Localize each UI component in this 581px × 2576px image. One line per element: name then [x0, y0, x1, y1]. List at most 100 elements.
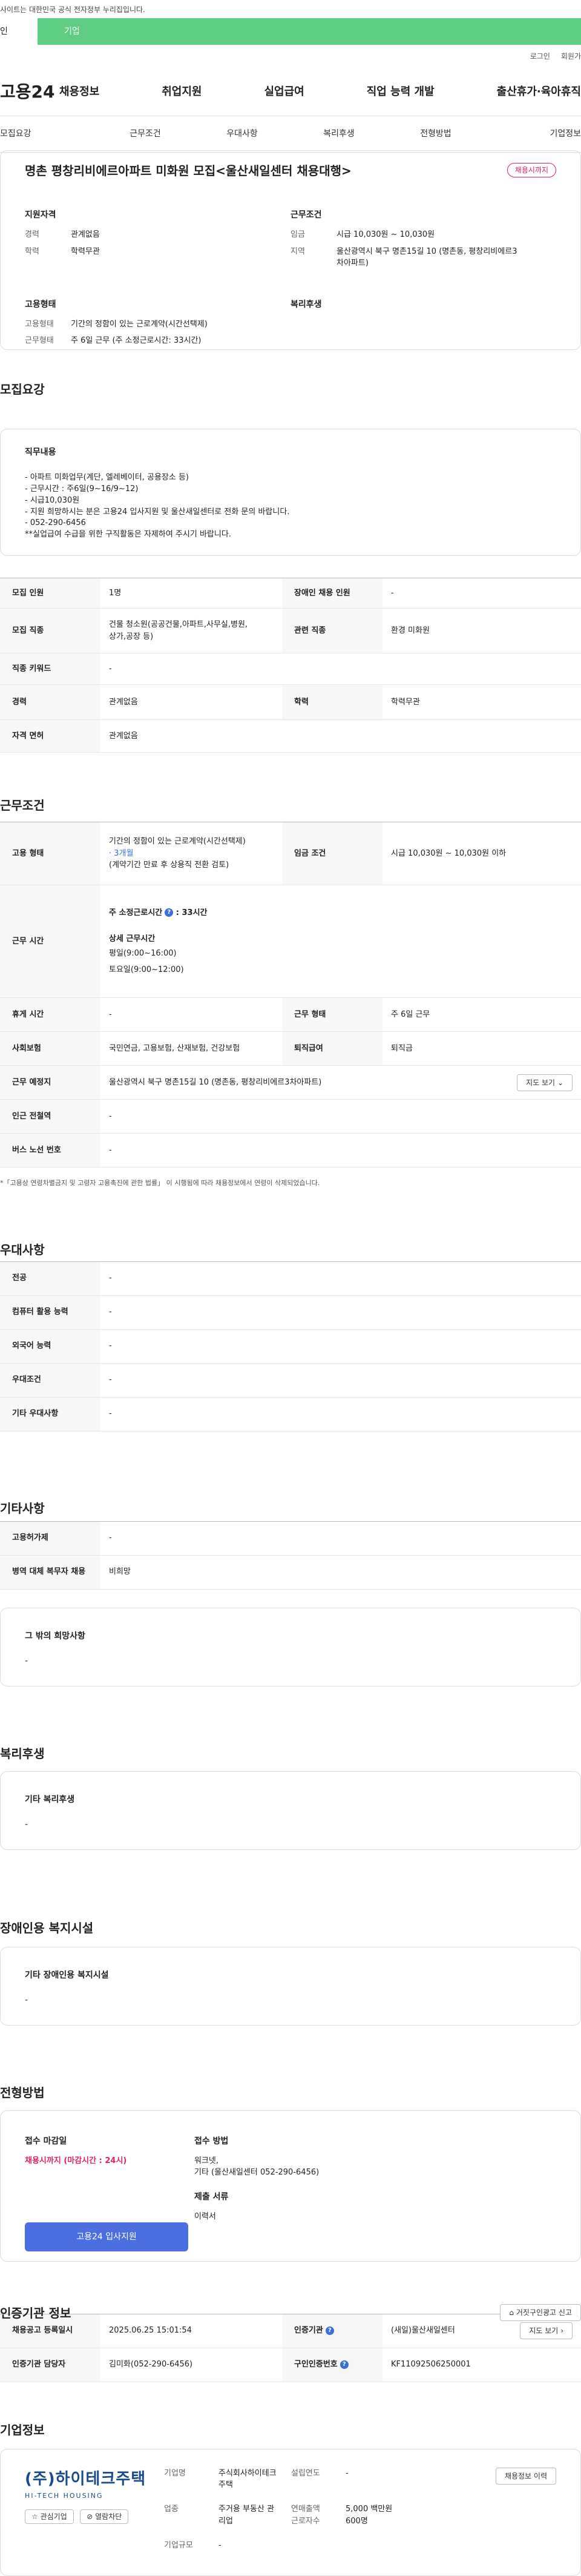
gnb-item-jobs[interactable]: 채용정보 — [59, 84, 99, 100]
tab-company[interactable]: 기업 — [38, 18, 581, 45]
info-key: 기업규모 — [164, 2541, 193, 2551]
kv-value: 울산광역시 북구 명촌15길 10 (명촌동, 평창리비에르3차아파트) — [336, 246, 517, 268]
row-value: 퇴직금 — [382, 1031, 581, 1066]
hiring-history-button[interactable]: 채용정보 이력 — [495, 2467, 556, 2485]
hours-weekday: 평일(9:00~16:00) — [109, 948, 177, 958]
row-value: - — [100, 1363, 581, 1398]
row-key: 관련 직종 — [282, 608, 382, 653]
summary-cond-title: 근무조건 — [290, 210, 322, 220]
summary-career: 경력 관계없음 — [25, 229, 290, 241]
company-section-header: 기업정보 — [0, 2382, 581, 2449]
map-view-button[interactable]: 지도 보기 ⌄ — [517, 1074, 573, 1091]
method-line: 워크넷, — [194, 2156, 219, 2165]
favorite-button[interactable]: ☆ 관심기업 — [25, 2509, 74, 2524]
gov-notice: 사이트는 대한민국 공식 전자정부 누리집입니다. — [0, 0, 581, 18]
welfare-title: 복리후생 — [0, 1746, 45, 1761]
gnb-item-training[interactable]: 직업 능력 개발 — [367, 84, 435, 100]
duty-line: - 052-290-6456 — [25, 518, 86, 528]
etc-hope-title: 그 밖의 희망사항 — [25, 1631, 85, 1641]
duty-line: - 근무시간 : 주6일(9~16/9~12) — [25, 484, 139, 494]
agency-map-label: 지도 보기 — [529, 2327, 559, 2335]
etc-hope-box: 그 밖의 희망사항 - — [0, 1607, 581, 1686]
block-button[interactable]: ⊘ 열람차단 — [80, 2509, 129, 2524]
row-value: - — [100, 653, 581, 685]
tab-welfare[interactable]: 복리후생 — [290, 128, 387, 140]
welfare-box-title: 기타 복리후생 — [25, 1794, 75, 1805]
section-tabs: 모집요강 근무조건 우대사항 복리후생 전형방법 기업정보 — [0, 116, 581, 153]
block-label: 열람차단 — [95, 2512, 122, 2521]
summary-type-title: 고용형태 — [25, 299, 56, 309]
info-value: 주거용 부동산 관 리업 — [218, 2503, 291, 2532]
method-line: 기타 (울산새일센터 052-290-6456) — [194, 2168, 320, 2177]
etc-hope-value: - — [25, 1656, 28, 1666]
disabled-box: 기타 장애인용 복지시설 - — [0, 1946, 581, 2026]
tab-process[interactable]: 전형방법 — [387, 128, 484, 140]
summary-welfare-title: 복리후생 — [290, 299, 322, 309]
row-key: 경력 — [0, 684, 100, 720]
favorite-label: 관심기업 — [40, 2512, 67, 2521]
cert-no-key-label: 구인인증번호 — [294, 2360, 338, 2370]
table-row: 채용공고 등록일시 2025.06.25 15:01:54 인증기관? (새일)… — [0, 2313, 581, 2348]
row-key: 우대조건 — [0, 1363, 100, 1398]
site-logo[interactable]: 고용24 — [0, 79, 59, 105]
emp-key: 근로자수 — [291, 2516, 320, 2526]
sales-value: 5,000 백만원 — [346, 2505, 393, 2514]
gnb-item-parental-leave[interactable]: 출산휴가·육아휴직 — [497, 84, 581, 100]
map-view-label: 지도 보기 — [526, 1078, 556, 1087]
util-bar: 로그인 회원가 — [0, 45, 581, 68]
company-logo-sub: HI-TECH HOUSING — [25, 2491, 103, 2500]
apply-button[interactable]: 고용24 입사지원 — [25, 2222, 188, 2251]
info-value: 5,000 백만원 600명 — [346, 2503, 418, 2532]
info-key: 기업명 — [164, 2468, 186, 2478]
table-row: 직종 키워드 - — [0, 653, 581, 685]
help-icon[interactable]: ? — [340, 2360, 349, 2369]
report-label: 거짓구인광고 신고 — [516, 2308, 572, 2317]
disabled-section-header: 장애인용 복지시설 — [0, 1850, 581, 1947]
table-row: 우대조건 - — [0, 1363, 581, 1398]
duty-line: - 시급10,030원 — [25, 495, 80, 505]
kv-key: 학력 — [25, 246, 39, 256]
deadline-badge: 채용시까지 — [507, 163, 556, 177]
info-key: 연매출액 근로자수 — [291, 2503, 346, 2532]
job-line: 건물 청소원(공공건물,아파트,사무실,병원, — [109, 620, 248, 629]
gnb-item-unemployment[interactable]: 실업급여 — [264, 84, 304, 100]
table-row: 경력 관계없음 학력 학력무관 — [0, 684, 581, 720]
tab-recruit[interactable]: 모집요강 — [0, 128, 97, 140]
hours-total-value: : 33시간 — [176, 908, 208, 917]
kv-key: 지역 — [290, 246, 305, 256]
duty-line: **실업급여 수급을 위한 구직활동은 자제하여 주시기 바랍니다. — [25, 530, 231, 540]
row-value: 학력무관 — [382, 684, 581, 720]
help-icon[interactable]: ? — [165, 908, 174, 917]
process-deadline: 접수 마감일 채용시까지 (마감시간 : 24시) 고용24 입사지원 — [25, 2135, 194, 2251]
etype-period: · 3개월 — [109, 848, 134, 858]
agency-title: 인증기관 정보 — [0, 2305, 71, 2320]
disabled-box-title: 기타 장애인용 복지시설 — [25, 1970, 109, 1980]
hours-total: 주 소정근로시간? : 33시간 — [109, 907, 573, 919]
tab-preferences[interactable]: 우대사항 — [194, 128, 290, 140]
tab-work-conditions[interactable]: 근무조건 — [97, 128, 194, 140]
tab-individual[interactable]: 인 — [0, 18, 38, 45]
login-link[interactable]: 로그인 — [530, 51, 550, 62]
info-value: - — [218, 2541, 222, 2551]
row-key: 퇴직급여 — [282, 1031, 382, 1066]
row-value: - — [100, 1295, 581, 1330]
row-key: 인증기관? — [282, 2313, 382, 2348]
help-icon[interactable]: ? — [325, 2326, 334, 2335]
etc-section-header: 기타사항 — [0, 1432, 581, 1521]
summary-qual-title: 지원자격 — [25, 210, 56, 220]
table-row: 인증기관 담당자 김미화(052-290-6456) 구인인증번호? KF110… — [0, 2348, 581, 2382]
row-key: 전공 — [0, 1261, 100, 1296]
docs-value: 이력서 — [194, 2211, 216, 2221]
kv-value: 학력무관 — [71, 246, 100, 256]
table-row: 자격 면허 관계없음 — [0, 719, 581, 753]
gnb-item-employment-support[interactable]: 취업지원 — [162, 84, 202, 100]
company-logo: (주)하이테크주택 — [25, 2469, 146, 2488]
signup-link[interactable]: 회원가 — [561, 51, 581, 62]
work-place: 울산광역시 북구 명촌15길 10 (명촌동, 평창리비에르3차아파트) — [109, 1077, 322, 1087]
summary-etype: 고용형태 기간의 정함이 있는 근로계약(시간선택제) — [25, 319, 290, 331]
duty-line: - 아파트 미화업무(계단, 엘레베이터, 공용장소 등) — [25, 473, 189, 482]
report-button[interactable]: ⌂ 거짓구인광고 신고 — [500, 2304, 581, 2321]
info-value: 주식회사하이테크 주택 — [218, 2468, 291, 2497]
agency-map-button[interactable]: 지도 보기 › — [520, 2322, 573, 2339]
tab-company[interactable]: 기업정보 — [484, 128, 581, 140]
